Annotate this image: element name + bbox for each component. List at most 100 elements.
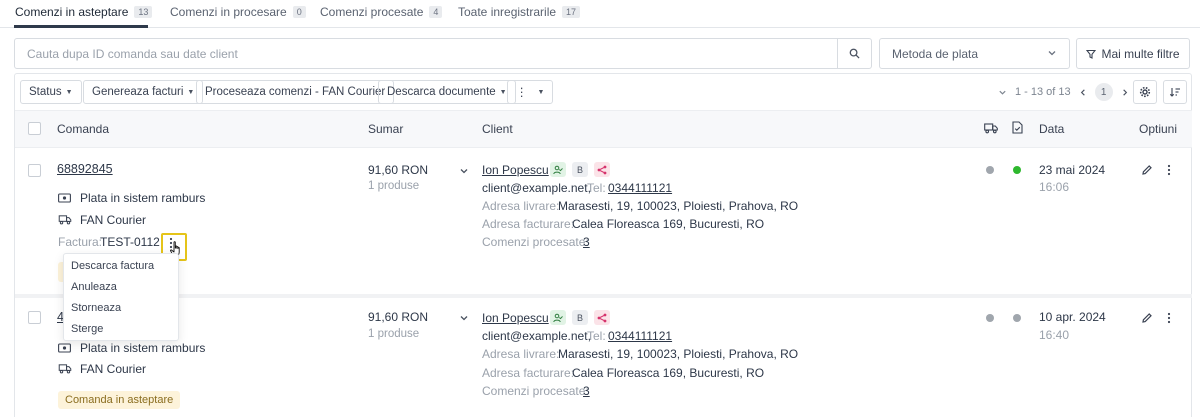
product-count: 1 produse	[368, 328, 420, 340]
order-time: 16:40	[1039, 328, 1070, 342]
tab-bar: Comenzi in asteptare 13 Comenzi in proce…	[0, 0, 1200, 28]
caret-down-icon: ▼	[499, 88, 507, 96]
payment-method-text: Plata in sistem ramburs	[80, 341, 206, 355]
order-time: 16:06	[1039, 180, 1070, 194]
shipping-status-dot	[986, 166, 994, 174]
column-header-order: Comanda	[57, 122, 110, 136]
billing-address: Calea Floreasca 169, Bucuresti, RO	[572, 366, 765, 380]
processed-orders-label: Comenzi procesate:	[482, 235, 589, 249]
active-tab-underline	[14, 25, 148, 28]
courier-text: FAN Courier	[80, 213, 147, 227]
invoice-actions-menu: Descarca factura Anuleaza Storneaza Ster…	[63, 253, 179, 341]
caret-down-icon: ▼	[187, 88, 195, 96]
tab-count-badge: 17	[562, 6, 581, 18]
truck-icon	[58, 364, 72, 374]
chevron-down-icon	[1048, 51, 1056, 56]
chevron-down-icon[interactable]	[459, 166, 469, 176]
tab-count-badge: 13	[134, 6, 153, 18]
truck-icon	[984, 123, 998, 134]
delivery-address: Marasesti, 19, 100023, Ploiesti, Prahova…	[558, 347, 799, 361]
generate-invoices-button[interactable]: Genereaza facturi ▼	[83, 80, 204, 104]
pagination: 1 - 13 of 13 1	[998, 83, 1129, 101]
document-status-dot	[1013, 166, 1021, 174]
user-check-icon	[550, 162, 566, 177]
document-status-dot	[1013, 314, 1021, 322]
settings-button[interactable]	[1133, 80, 1157, 104]
row-checkbox[interactable]	[28, 164, 41, 177]
tab-count-badge: 0	[292, 6, 306, 18]
process-orders-fan-courier-button[interactable]: Proceseaza comenzi - FAN Courier	[196, 80, 395, 104]
download-documents-button[interactable]: Descarca documente ▼	[378, 80, 516, 104]
tab-processing-orders[interactable]: Comenzi in procesare 0	[170, 5, 306, 19]
chevron-right-icon[interactable]	[1121, 88, 1129, 97]
menu-item-download-invoice[interactable]: Descarca factura	[71, 260, 154, 272]
more-vertical-icon[interactable]	[1167, 164, 1171, 176]
more-vertical-icon[interactable]	[1167, 312, 1171, 324]
processed-orders-link[interactable]: 3	[583, 384, 590, 398]
client-name-link[interactable]: Ion Popescu	[482, 163, 549, 177]
menu-item-delete[interactable]: Sterge	[71, 323, 103, 335]
column-header-options: Optiuni	[1139, 122, 1178, 136]
order-date: 23 mai 2024	[1039, 163, 1106, 177]
payment-method-text: Plata in sistem ramburs	[80, 191, 206, 205]
banknote-icon	[58, 193, 71, 203]
more-actions-button[interactable]: ⋮ ▼	[507, 80, 554, 104]
pencil-icon[interactable]	[1141, 164, 1153, 176]
caret-down-icon: ▼	[537, 88, 545, 96]
search-box	[14, 38, 872, 69]
billing-address: Calea Floreasca 169, Bucuresti, RO	[572, 217, 765, 231]
menu-item-reverse[interactable]: Storneaza	[71, 302, 121, 314]
delivery-address: Marasesti, 19, 100023, Ploiesti, Prahova…	[558, 199, 799, 213]
pencil-icon[interactable]	[1141, 312, 1153, 324]
search-button[interactable]	[837, 39, 871, 68]
column-header-date: Data	[1039, 122, 1065, 136]
delivery-address-label: Adresa livrare:	[482, 347, 560, 361]
row-checkbox[interactable]	[28, 311, 41, 324]
banknote-icon	[58, 343, 71, 353]
product-count: 1 produse	[368, 180, 420, 192]
more-filters-button[interactable]: Mai multe filtre	[1076, 38, 1190, 69]
processed-orders-label: Comenzi procesate:	[482, 384, 589, 398]
chevron-left-icon[interactable]	[1079, 88, 1087, 97]
share-icon	[594, 162, 610, 177]
tab-all-records[interactable]: Toate inregistrarile 17	[458, 5, 581, 19]
delivery-address-label: Adresa livrare:	[482, 199, 560, 213]
sort-button[interactable]	[1163, 80, 1187, 104]
phone-link[interactable]: 0344111121	[608, 329, 672, 343]
tab-processed-orders[interactable]: Comenzi procesate 4	[320, 5, 443, 19]
payment-method-select[interactable]: Metoda de plata	[879, 38, 1070, 69]
column-header-summary: Sumar	[368, 122, 404, 136]
phone-label: Tel:	[587, 329, 606, 343]
column-header-client: Client	[482, 122, 513, 136]
processed-orders-link[interactable]: 3	[583, 235, 590, 249]
business-badge: B	[572, 162, 588, 177]
search-icon	[849, 48, 860, 59]
row-separator	[15, 294, 1192, 298]
gear-icon	[1139, 86, 1151, 98]
invoice-number: TEST-0112	[100, 235, 160, 249]
tab-pending-orders[interactable]: Comenzi in asteptare 13	[15, 5, 153, 19]
status-badge: Comanda in asteptare	[58, 391, 181, 409]
search-input[interactable]	[15, 39, 835, 68]
status-dropdown-button[interactable]: Status ▼	[20, 80, 82, 104]
select-all-checkbox[interactable]	[28, 122, 41, 135]
business-badge: B	[572, 310, 588, 325]
user-check-icon	[550, 310, 566, 325]
tab-count-badge: 4	[429, 6, 443, 18]
client-name-link[interactable]: Ion Popescu	[482, 311, 549, 325]
menu-item-cancel[interactable]: Anuleaza	[71, 281, 117, 293]
caret-down-icon: ▼	[65, 88, 73, 96]
more-vertical-icon: ⋮	[516, 87, 528, 99]
client-email: client@example.net,	[482, 181, 591, 195]
invoice-label: Factura:	[58, 235, 103, 249]
chevron-down-icon[interactable]	[459, 313, 469, 323]
document-icon	[1012, 121, 1023, 134]
chevron-down-icon[interactable]	[998, 88, 1007, 97]
phone-label: Tel:	[587, 181, 606, 195]
current-page[interactable]: 1	[1094, 83, 1113, 101]
filter-icon	[1086, 49, 1097, 59]
phone-link[interactable]: 0344111121	[608, 181, 672, 195]
order-id-link[interactable]: 68892845	[57, 162, 113, 176]
billing-address-label: Adresa facturare:	[482, 366, 575, 380]
pagination-range: 1 - 13 of 13	[1015, 86, 1071, 98]
